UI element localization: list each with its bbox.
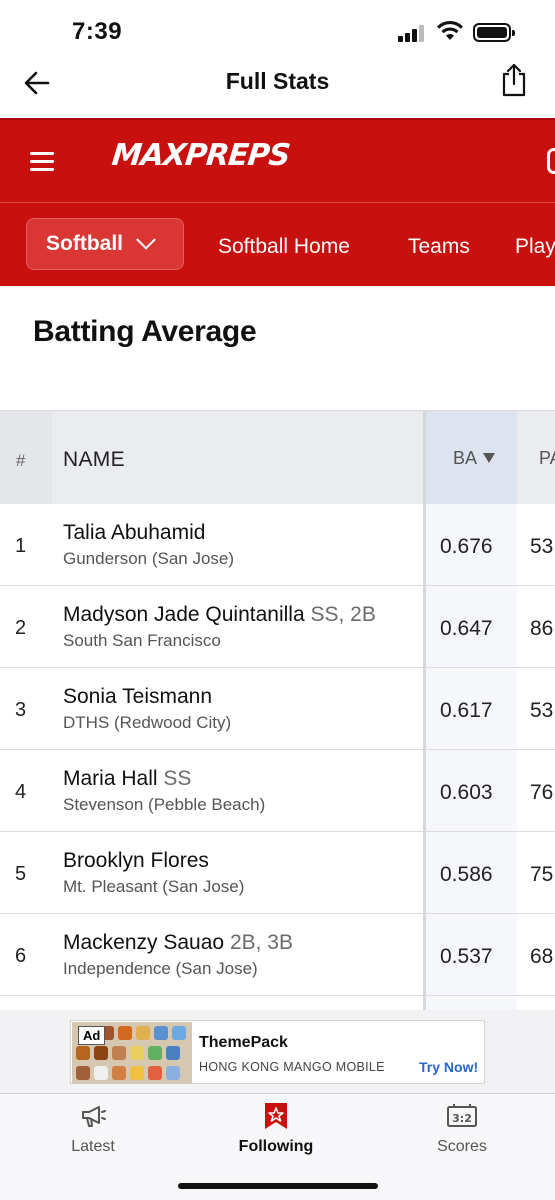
sport-selector-label: Softball (46, 232, 123, 255)
nav-header: Full Stats (0, 62, 555, 118)
row-rank: 4 (15, 781, 27, 803)
table-row[interactable]: 4 Maria Hall SS Stevenson (Pebble Beach)… (0, 750, 555, 832)
column-header-ba[interactable]: BA (426, 411, 517, 505)
row-rank: 5 (15, 863, 27, 885)
home-indicator (178, 1183, 378, 1189)
ad-cta-button[interactable]: Try Now! (419, 1059, 478, 1075)
player-name[interactable]: Sonia Teismann (63, 685, 212, 709)
player-name[interactable]: Maria Hall SS (63, 767, 191, 791)
player-name-text: Madyson Jade Quintanilla (63, 603, 305, 626)
ba-value: 0.603 (426, 750, 517, 831)
brand-bar: MAXPREPS (0, 118, 555, 202)
tab-label: Following (238, 1138, 314, 1155)
column-header-name[interactable]: NAME (63, 448, 125, 472)
ba-value: 0.617 (426, 668, 517, 749)
stats-table: # NAME BA PA 1 Talia Abuhamid Gunderson … (0, 410, 555, 1016)
player-school: Independence (San Jose) (63, 959, 258, 978)
pa-value: 76 (530, 781, 554, 804)
hamburger-menu-icon[interactable] (30, 152, 54, 172)
player-name[interactable]: Mackenzy Sauao 2B, 3B (63, 931, 293, 955)
table-row[interactable]: 2 Madyson Jade Quintanilla SS, 2B South … (0, 586, 555, 668)
nav-link-players[interactable]: Play (515, 235, 555, 259)
column-header-rank: # (16, 451, 26, 470)
chevron-down-icon (136, 229, 156, 250)
sport-nav: Softball Softball Home Teams Play (0, 202, 555, 286)
ad-banner-area: Ad ThemePack HONG KONG MANGO MOBILE Lt T… (0, 1010, 555, 1094)
tab-label: Latest (71, 1138, 115, 1155)
player-school: Mt. Pleasant (San Jose) (63, 877, 245, 896)
player-name[interactable]: Brooklyn Flores (63, 849, 209, 873)
svg-text:3:2: 3:2 (452, 1112, 472, 1125)
pa-value: 75 (530, 863, 554, 886)
player-position: SS, 2B (310, 603, 376, 626)
player-school: Stevenson (Pebble Beach) (63, 795, 266, 814)
ba-value: 0.676 (426, 504, 517, 585)
ad-advertiser: HONG KONG MANGO MOBILE Lt (199, 1060, 389, 1074)
star-bookmark-icon (265, 1103, 287, 1129)
player-school: DTHS (Redwood City) (63, 713, 232, 732)
share-icon[interactable] (499, 62, 529, 98)
ba-value: 0.647 (426, 586, 517, 667)
table-row[interactable]: 6 Mackenzy Sauao 2B, 3B Independence (Sa… (0, 914, 555, 996)
ad-title: ThemePack (199, 1034, 288, 1051)
table-header: # NAME BA PA (0, 410, 555, 505)
row-rank: 2 (15, 617, 27, 639)
player-name-text: Mackenzy Sauao (63, 931, 225, 954)
tab-latest[interactable]: Latest (33, 1102, 153, 1156)
row-rank: 6 (15, 945, 27, 967)
column-divider (423, 410, 426, 1010)
player-school: South San Francisco (63, 631, 221, 650)
stat-heading: Batting Average (33, 315, 257, 348)
tab-label: Scores (437, 1138, 487, 1155)
ba-value: 0.537 (426, 914, 517, 995)
table-row[interactable]: 3 Sonia Teismann DTHS (Redwood City) 0.6… (0, 668, 555, 750)
battery-icon (473, 23, 515, 42)
column-header-pa[interactable]: PA (539, 448, 555, 469)
maxpreps-logo[interactable]: MAXPREPS (110, 138, 291, 173)
status-time: 7:39 (72, 18, 123, 45)
nav-link-teams[interactable]: Teams (408, 235, 470, 259)
player-position: SS (163, 767, 192, 790)
nav-link-softball-home[interactable]: Softball Home (218, 235, 350, 259)
tab-scores[interactable]: 3:2 Scores (402, 1102, 522, 1156)
sport-selector-button[interactable]: Softball (26, 218, 184, 270)
search-icon[interactable] (547, 148, 555, 174)
row-rank: 1 (15, 535, 27, 557)
sort-descending-icon (483, 453, 496, 463)
pa-value: 86 (530, 617, 554, 640)
player-name[interactable]: Madyson Jade Quintanilla SS, 2B (63, 603, 376, 627)
row-rank: 3 (15, 699, 27, 721)
player-position: 2B, 3B (229, 931, 293, 954)
player-name-text: Brooklyn Flores (63, 849, 209, 872)
player-name-text: Sonia Teismann (63, 685, 213, 708)
player-name-text: Maria Hall (63, 767, 158, 790)
ad-image: Ad (72, 1022, 192, 1084)
wifi-icon (437, 20, 463, 40)
megaphone-icon (82, 1106, 106, 1127)
column-header-ba-label: BA (453, 447, 478, 468)
ad-banner[interactable]: Ad ThemePack HONG KONG MANGO MOBILE Lt T… (70, 1020, 485, 1084)
pa-value: 53 (530, 699, 554, 722)
player-name[interactable]: Talia Abuhamid (63, 521, 205, 545)
page-title: Full Stats (225, 68, 330, 94)
player-school: Gunderson (San Jose) (63, 549, 235, 568)
status-bar: 7:39 (0, 0, 555, 62)
pa-value: 53 (530, 535, 554, 558)
table-row[interactable]: 5 Brooklyn Flores Mt. Pleasant (San Jose… (0, 832, 555, 914)
ba-value: 0.586 (426, 832, 517, 913)
pa-value: 68 (530, 945, 554, 968)
tab-following[interactable]: Following (216, 1102, 336, 1156)
player-name-text: Talia Abuhamid (63, 521, 206, 544)
table-row[interactable]: 1 Talia Abuhamid Gunderson (San Jose) 0.… (0, 504, 555, 586)
cellular-signal-icon (398, 24, 428, 42)
ad-badge: Ad (78, 1026, 106, 1045)
scoreboard-icon: 3:2 (447, 1104, 477, 1127)
